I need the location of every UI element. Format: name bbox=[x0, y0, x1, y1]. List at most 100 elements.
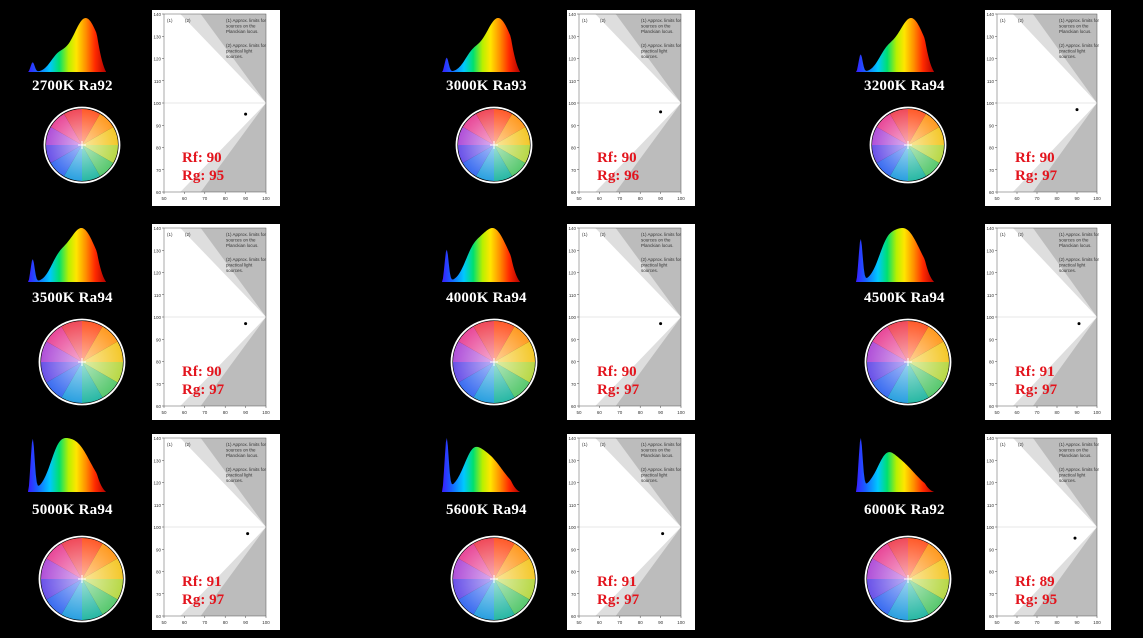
x-tick-label: 70 bbox=[202, 196, 208, 201]
rg-value: Rg: 97 bbox=[182, 592, 225, 608]
y-tick-label: 140 bbox=[153, 436, 161, 441]
y-tick-label: 130 bbox=[153, 34, 161, 39]
x-tick-label: 80 bbox=[638, 620, 644, 625]
legend-label: Planckian locus. bbox=[226, 29, 259, 34]
legend-label: sources. bbox=[641, 478, 658, 483]
y-tick-label: 140 bbox=[568, 436, 576, 441]
x-tick-label: 90 bbox=[243, 196, 249, 201]
x-tick-label: 50 bbox=[994, 410, 1000, 415]
x-tick-label: 60 bbox=[597, 196, 603, 201]
x-tick-label: 100 bbox=[677, 196, 685, 201]
legend-label: (1) bbox=[582, 18, 588, 23]
y-tick-label: 60 bbox=[989, 190, 995, 195]
x-tick-label: 50 bbox=[161, 410, 167, 415]
legend-label: (1) Approx. limits for bbox=[1059, 18, 1100, 23]
y-tick-label: 60 bbox=[571, 404, 577, 409]
x-tick-label: 80 bbox=[1054, 620, 1060, 625]
y-tick-label: 90 bbox=[571, 547, 577, 552]
legend-label: sources. bbox=[226, 478, 243, 483]
legend-label: Planckian locus. bbox=[641, 243, 674, 248]
legend-label: (1) bbox=[582, 442, 588, 447]
legend-label: (2) Approx. limits for bbox=[641, 467, 682, 472]
y-tick-label: 90 bbox=[989, 547, 995, 552]
legend-label: (1) bbox=[1000, 232, 1006, 237]
spectrum-curve bbox=[28, 18, 106, 72]
y-tick-label: 100 bbox=[153, 101, 161, 106]
legend-label: (2) Approx. limits for bbox=[1059, 43, 1100, 48]
legend-label: Planckian locus. bbox=[1059, 453, 1092, 458]
legend-label: practical light bbox=[1059, 49, 1086, 54]
x-tick-label: 90 bbox=[658, 620, 664, 625]
cct-ra-label: 5600K Ra94 bbox=[446, 502, 527, 518]
y-tick-label: 120 bbox=[986, 57, 994, 62]
color-vector-graphic bbox=[444, 528, 544, 630]
rg-value: Rg: 97 bbox=[182, 382, 225, 398]
y-tick-label: 100 bbox=[568, 101, 576, 106]
legend-label: (2) bbox=[185, 232, 191, 237]
y-tick-label: 90 bbox=[571, 123, 577, 128]
x-tick-label: 50 bbox=[576, 196, 582, 201]
y-tick-label: 100 bbox=[568, 525, 576, 530]
legend-label: sources on the bbox=[641, 448, 671, 453]
x-tick-label: 100 bbox=[677, 620, 685, 625]
x-tick-label: 60 bbox=[597, 410, 603, 415]
legend-label: (2) Approx. limits for bbox=[1059, 257, 1100, 262]
legend-label: (2) bbox=[600, 232, 606, 237]
legend-label: practical light bbox=[226, 473, 253, 478]
y-tick-label: 60 bbox=[571, 614, 577, 619]
y-tick-label: 110 bbox=[569, 293, 577, 298]
spectrum-grid: 2700K Ra92 60 70 80 90 100 110 120 130 140 50 60 70 8… bbox=[0, 0, 1143, 638]
legend-label: Planckian locus. bbox=[641, 29, 674, 34]
x-tick-label: 80 bbox=[1054, 196, 1060, 201]
y-tick-label: 110 bbox=[569, 79, 577, 84]
y-tick-label: 90 bbox=[989, 337, 995, 342]
cct-ra-label: 3200K Ra94 bbox=[864, 78, 945, 94]
legend-label: practical light bbox=[1059, 263, 1086, 268]
x-tick-label: 80 bbox=[638, 410, 644, 415]
legend-label: sources on the bbox=[226, 24, 256, 29]
data-point bbox=[661, 532, 665, 536]
legend-label: sources. bbox=[641, 54, 658, 59]
legend-label: practical light bbox=[1059, 473, 1086, 478]
y-tick-label: 80 bbox=[989, 360, 995, 365]
rf-value: Rf: 89 bbox=[1015, 574, 1055, 590]
x-tick-label: 90 bbox=[1074, 410, 1080, 415]
x-tick-label: 90 bbox=[243, 410, 249, 415]
x-tick-label: 100 bbox=[262, 410, 270, 415]
x-tick-label: 80 bbox=[1054, 410, 1060, 415]
x-tick-label: 100 bbox=[677, 410, 685, 415]
y-tick-label: 130 bbox=[986, 248, 994, 253]
legend-label: (1) bbox=[1000, 18, 1006, 23]
y-tick-label: 70 bbox=[571, 168, 577, 173]
y-tick-label: 70 bbox=[989, 382, 995, 387]
rf-value: Rf: 91 bbox=[1015, 364, 1055, 380]
color-vector-graphic bbox=[858, 100, 958, 190]
legend-label: sources on the bbox=[1059, 448, 1089, 453]
x-tick-label: 50 bbox=[994, 620, 1000, 625]
data-point bbox=[244, 112, 248, 116]
y-tick-label: 140 bbox=[568, 226, 576, 231]
y-tick-label: 70 bbox=[156, 382, 162, 387]
spectrum-curve bbox=[442, 438, 520, 492]
x-tick-label: 60 bbox=[182, 410, 188, 415]
y-tick-label: 60 bbox=[571, 190, 577, 195]
x-tick-label: 70 bbox=[202, 620, 208, 625]
rg-value: Rg: 96 bbox=[597, 168, 640, 184]
data-point bbox=[244, 322, 248, 326]
rf-value: Rf: 90 bbox=[182, 150, 222, 166]
data-point bbox=[659, 110, 663, 114]
cct-ra-label: 4000K Ra94 bbox=[446, 290, 527, 306]
rf-value: Rf: 91 bbox=[597, 574, 637, 590]
rf-value: Rf: 90 bbox=[1015, 150, 1055, 166]
rf-value: Rf: 90 bbox=[597, 150, 637, 166]
x-tick-label: 50 bbox=[994, 196, 1000, 201]
legend-label: (2) bbox=[1018, 18, 1024, 23]
y-tick-label: 120 bbox=[153, 481, 161, 486]
data-point bbox=[1075, 108, 1079, 112]
y-tick-label: 100 bbox=[986, 315, 994, 320]
y-tick-label: 140 bbox=[153, 226, 161, 231]
legend-label: (2) bbox=[600, 442, 606, 447]
spectrum-curve bbox=[442, 18, 520, 72]
legend-label: (2) bbox=[185, 18, 191, 23]
y-tick-label: 80 bbox=[156, 146, 162, 151]
